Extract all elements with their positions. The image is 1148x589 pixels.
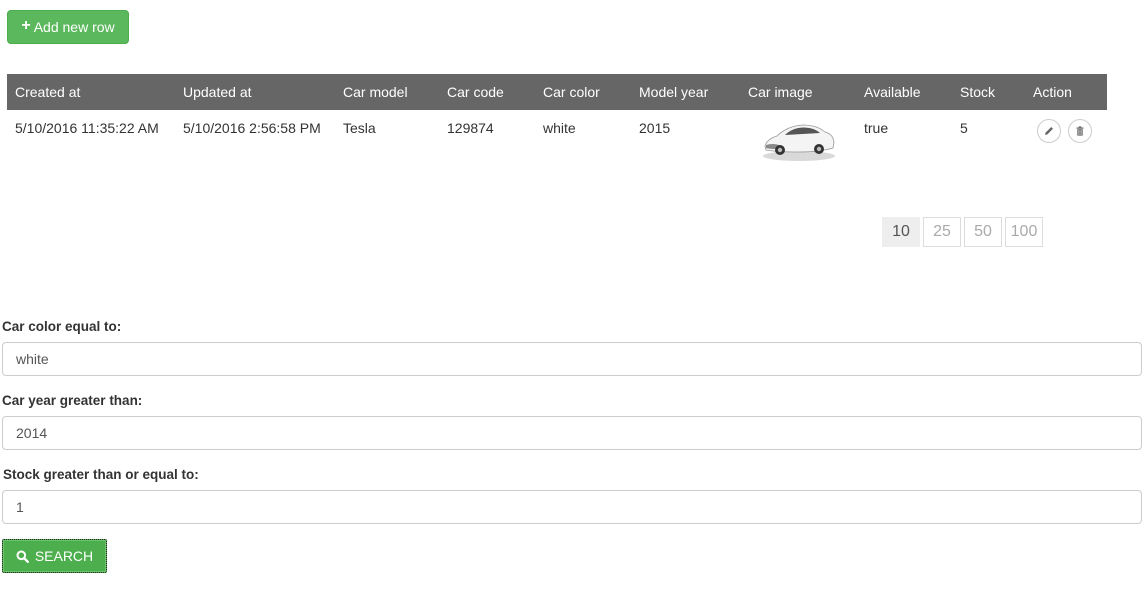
column-header-available[interactable]: Available [864,74,921,110]
pencil-icon [1045,127,1053,135]
car-color-filter-label: Car color equal to: [2,319,122,334]
column-header-car-code[interactable]: Car code [447,74,504,110]
page-size-option[interactable]: 50 [964,217,1002,247]
edit-row-button[interactable] [1037,119,1061,143]
page-size-option[interactable]: 10 [882,217,920,247]
column-header-action: Action [1033,84,1072,100]
column-header-car-image[interactable]: Car image [748,74,813,110]
cell-model-year: 2015 [639,120,671,136]
car-image [763,124,835,161]
add-new-row-button[interactable]: + Add new row [7,10,129,44]
cell-created-at: 5/10/2016 11:35:22 AM [15,120,159,136]
page-size-option[interactable]: 25 [923,217,961,247]
cars-grid: Created at Updated at Car model Car code… [7,74,1107,165]
plus-icon: + [21,17,31,34]
cell-car-model: Tesla [343,120,376,136]
car-color-input[interactable] [2,342,1142,376]
car-year-input[interactable] [2,416,1142,450]
page-size-selector: 10 25 50 100 [882,217,1043,247]
table-row: 5/10/2016 11:35:22 AM 5/10/2016 2:56:58 … [7,110,1107,165]
column-header-stock[interactable]: Stock [960,74,995,110]
cell-car-code: 129874 [447,120,494,136]
column-header-car-model[interactable]: Car model [343,74,408,110]
column-header-model-year[interactable]: Model year [639,74,708,110]
column-header-created-at[interactable]: Created at [15,74,80,110]
page-size-option[interactable]: 100 [1005,217,1043,247]
stock-filter-label: Stock greater than or equal to: [3,467,199,482]
search-icon [16,550,29,563]
stock-input[interactable] [2,490,1142,524]
cell-available: true [864,120,889,136]
grid-header: Created at Updated at Car model Car code… [7,74,1107,110]
column-header-car-color[interactable]: Car color [543,74,600,110]
add-new-row-label: Add new row [33,19,115,35]
search-button[interactable]: SEARCH [2,539,107,573]
delete-row-button[interactable] [1068,119,1092,143]
search-button-label: SEARCH [34,548,94,564]
cell-stock: 5 [960,120,968,136]
column-header-updated-at[interactable]: Updated at [183,74,252,110]
car-year-filter-label: Car year greater than: [2,393,143,408]
trash-icon [1076,126,1084,136]
cell-car-color: white [543,120,576,136]
cell-updated-at: 5/10/2016 2:56:58 PM [183,120,321,136]
